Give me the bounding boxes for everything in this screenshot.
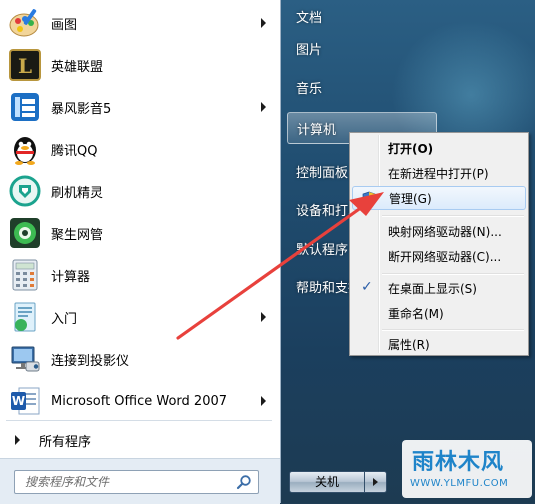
menu-separator [382, 215, 524, 217]
menu-item-label: 管理(G) [389, 191, 432, 206]
menu-item-open-new-process[interactable]: 在新进程中打开(P) [352, 161, 526, 185]
program-item-projector[interactable]: 连接到投影仪 [4, 339, 276, 379]
checkmark-icon: ✓ [361, 279, 373, 295]
menu-item-properties[interactable]: 属性(R) [352, 332, 526, 356]
program-item-baofeng[interactable]: 暴风影音5 [4, 87, 276, 127]
place-label: 控制面板 [296, 165, 349, 181]
menu-separator [382, 329, 524, 331]
program-item-league-of-legends[interactable]: L 英雄联盟 [4, 45, 276, 85]
menu-item-label: 在新进程中打开(P) [388, 166, 489, 181]
menu-item-label: 属性(R) [388, 337, 430, 352]
menu-item-show-on-desktop[interactable]: ✓ 在桌面上显示(S) [352, 276, 526, 300]
context-menu: 打开(O) 在新进程中打开(P) 管理(G) 映射网络驱动器(N)... 断开网… [349, 132, 529, 356]
baofeng-player-icon [8, 90, 42, 124]
menu-item-label: 在桌面上显示(S) [388, 281, 477, 296]
menu-item-rename[interactable]: 重命名(M) [352, 301, 526, 325]
league-of-legends-icon: L [8, 48, 42, 82]
watermark-title: 雨林木风 [412, 450, 505, 475]
menu-item-manage[interactable]: 管理(G) [352, 186, 526, 210]
all-programs-label: 所有程序 [39, 434, 92, 450]
qq-penguin-icon [8, 132, 42, 166]
search-box[interactable] [14, 470, 259, 494]
submenu-arrow-icon[interactable] [261, 102, 266, 112]
chevron-right-icon [15, 435, 20, 445]
menu-item-open[interactable]: 打开(O) [352, 136, 526, 160]
chevron-right-icon [373, 478, 378, 486]
place-label: 音乐 [296, 81, 323, 97]
program-label: 画图 [51, 17, 78, 33]
submenu-arrow-icon[interactable] [261, 396, 266, 406]
search-input[interactable] [15, 471, 230, 493]
program-label: 英雄联盟 [51, 59, 104, 75]
place-music[interactable]: 音乐 [287, 71, 435, 103]
place-label: 文档 [296, 10, 323, 26]
place-label: 图片 [296, 42, 323, 58]
shield-uac-icon [362, 191, 376, 207]
program-label: 入门 [51, 311, 78, 327]
shutdown-group: 关机 [289, 471, 387, 493]
search-area [0, 458, 280, 504]
search-icon[interactable] [236, 474, 252, 490]
network-manager-icon [8, 216, 42, 250]
flash-genie-icon [8, 174, 42, 208]
program-item-flash-genie[interactable]: 刷机精灵 [4, 171, 276, 211]
program-label: 腾讯QQ [51, 143, 98, 159]
shutdown-button[interactable]: 关机 [289, 471, 365, 493]
program-item-calculator[interactable]: 计算器 [4, 255, 276, 295]
place-pictures[interactable]: 图片 [287, 32, 435, 64]
menu-item-label: 重命名(M) [388, 306, 444, 321]
program-label: 刷机精灵 [51, 185, 104, 201]
svg-text:L: L [18, 54, 32, 78]
paint-icon [8, 6, 42, 40]
word-icon: W [8, 384, 42, 418]
watermark-url: WWW.YLMFU.COM [410, 478, 509, 489]
submenu-arrow-icon[interactable] [261, 18, 266, 28]
program-item-getting-started[interactable]: 入门 [4, 297, 276, 337]
submenu-arrow-icon[interactable] [261, 312, 266, 322]
program-label: Microsoft Office Word 2007 [51, 393, 228, 409]
svg-text:W: W [12, 394, 25, 408]
program-item-network-manager[interactable]: 聚生网管 [4, 213, 276, 253]
all-programs-button[interactable]: 所有程序 [4, 426, 276, 454]
menu-item-label: 打开(O) [388, 141, 434, 156]
program-label: 暴风影音5 [51, 101, 112, 117]
program-item-word-2007[interactable]: W Microsoft Office Word 2007 [4, 381, 276, 421]
programs-pane: 画图 L 英雄联盟 暴风影音5 腾讯QQ 刷机精灵 聚生网管 计算器 入门 连接… [0, 0, 281, 504]
calculator-icon [8, 258, 42, 292]
program-item-paint[interactable]: 画图 [4, 3, 276, 43]
shutdown-options-button[interactable] [365, 471, 387, 493]
menu-item-disconnect-network-drive[interactable]: 断开网络驱动器(C)... [352, 244, 526, 268]
menu-item-map-network-drive[interactable]: 映射网络驱动器(N)... [352, 219, 526, 243]
program-item-qq[interactable]: 腾讯QQ [4, 129, 276, 169]
projector-icon [8, 342, 42, 376]
program-label: 连接到投影仪 [51, 353, 130, 369]
watermark-logo: 雨林木风 WWW.YLMFU.COM [402, 440, 532, 498]
menu-item-label: 映射网络驱动器(N)... [388, 224, 502, 239]
program-label: 计算器 [51, 269, 91, 285]
place-label: 默认程序 [296, 242, 349, 258]
menu-item-label: 断开网络驱动器(C)... [388, 249, 502, 264]
getting-started-icon [8, 300, 42, 334]
menu-separator [382, 273, 524, 275]
place-label: 计算机 [297, 122, 337, 138]
place-documents[interactable]: 文档 [287, 0, 435, 32]
program-label: 聚生网管 [51, 227, 104, 243]
divider [6, 420, 272, 421]
